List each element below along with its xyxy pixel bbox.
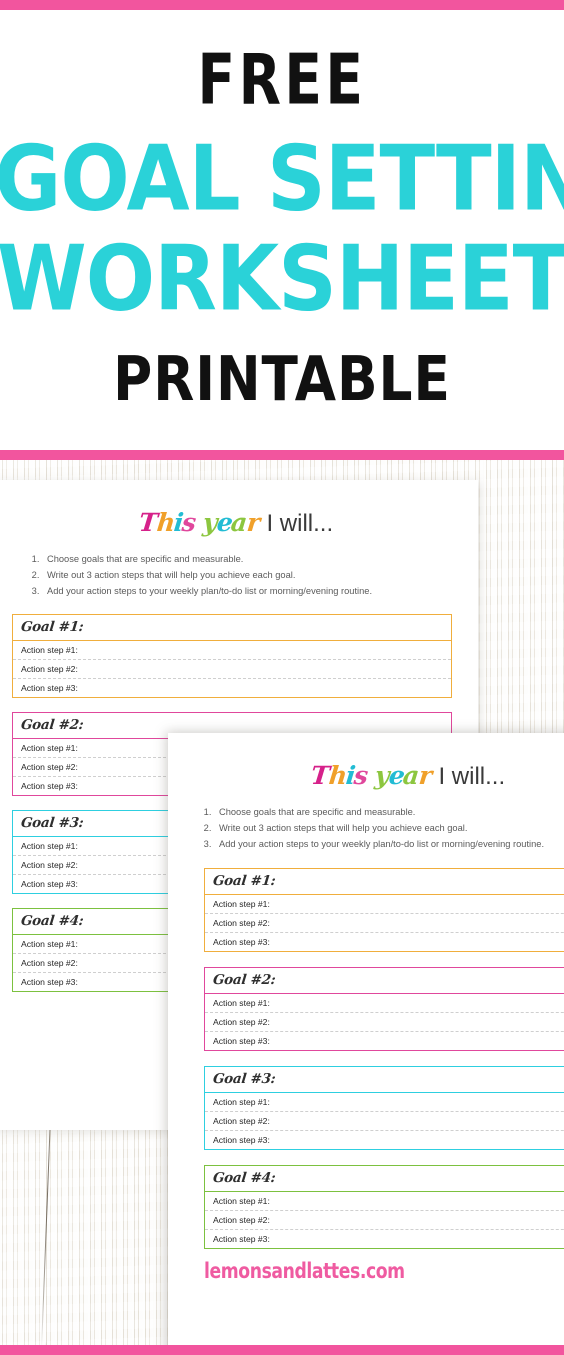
worksheet-title: This year I will...: [168, 733, 564, 790]
goal-block-2[interactable]: Goal #2: Action step #1: Action step #2: Ac…: [204, 967, 564, 1052]
instruction-item: Write out 3 action steps that will help …: [42, 568, 476, 583]
instruction-item: Choose goals that are specific and measu…: [214, 805, 564, 820]
goal-block-1[interactable]: Goal #1: Action step #1: Action step #2: Ac…: [204, 868, 564, 953]
action-step-field-1[interactable]: Action step #1:: [13, 641, 451, 661]
worksheet-title-plain: I will...: [438, 763, 506, 790]
worksheet-instructions: Choose goals that are specific and measu…: [0, 552, 476, 599]
goal-label: Goal #4:: [205, 1166, 564, 1193]
action-step-field-1[interactable]: Action step #1:: [205, 994, 564, 1014]
title-letter: r: [417, 761, 433, 790]
worksheet-body: This year I will... Choose goals that ar…: [168, 733, 564, 1283]
action-step-field-3[interactable]: Action step #3:: [205, 1230, 564, 1248]
instruction-item: Add your action steps to your weekly pla…: [214, 837, 564, 852]
worksheet-title-script: This year: [137, 508, 261, 537]
pin-graphic: FREE GOAL SETTING WORKSHEET PRINTABLE Th…: [0, 0, 564, 1355]
action-step-field-3[interactable]: Action step #3:: [13, 679, 451, 697]
action-step-field-1[interactable]: Action step #1:: [205, 1093, 564, 1113]
action-step-field-2[interactable]: Action step #2:: [205, 1112, 564, 1132]
action-step-field-2[interactable]: Action step #2:: [205, 1013, 564, 1033]
action-step-field-2[interactable]: Action step #2:: [13, 660, 451, 680]
title-letter: r: [245, 508, 261, 537]
hero-title-block: FREE GOAL SETTING WORKSHEET PRINTABLE: [0, 10, 564, 450]
action-step-field-3[interactable]: Action step #3:: [205, 933, 564, 951]
hero-line-worksheet: WORKSHEET: [0, 226, 564, 331]
bottom-accent-bar: [0, 1345, 564, 1355]
worksheet-title-script: This year: [309, 761, 433, 790]
goal-label: Goal #1:: [205, 869, 564, 896]
worksheet-sheet-front: This year I will... Choose goals that ar…: [168, 733, 564, 1355]
goal-block-1[interactable]: Goal #1: Action step #1: Action step #2: Ac…: [12, 614, 452, 699]
instruction-item: Choose goals that are specific and measu…: [42, 552, 476, 567]
title-letter: T: [137, 508, 159, 537]
goal-list: Goal #1: Action step #1: Action step #2: Ac…: [168, 868, 564, 1250]
instruction-item: Add your action steps to your weekly pla…: [42, 584, 476, 599]
site-url: lemonsandlattes.com: [204, 1259, 405, 1284]
title-letter: T: [309, 761, 331, 790]
action-step-field-3[interactable]: Action step #3:: [205, 1032, 564, 1050]
middle-accent-bar: [0, 450, 564, 460]
instruction-item: Write out 3 action steps that will help …: [214, 821, 564, 836]
action-step-field-1[interactable]: Action step #1:: [205, 895, 564, 915]
goal-block-4[interactable]: Goal #4: Action step #1: Action step #2: Ac…: [204, 1165, 564, 1250]
worksheet-title: This year I will...: [0, 480, 476, 537]
goal-block-3[interactable]: Goal #3: Action step #1: Action step #2: Ac…: [204, 1066, 564, 1151]
worksheet-title-plain: I will...: [266, 510, 334, 537]
action-step-field-1[interactable]: Action step #1:: [205, 1192, 564, 1212]
hero-line-free: FREE: [197, 41, 367, 121]
action-step-field-2[interactable]: Action step #2:: [205, 1211, 564, 1231]
action-step-field-3[interactable]: Action step #3:: [205, 1131, 564, 1149]
worksheet-instructions: Choose goals that are specific and measu…: [168, 805, 564, 852]
hero-line-printable: PRINTABLE: [113, 342, 451, 416]
hero-line-goal-setting: GOAL SETTING: [0, 126, 564, 231]
goal-label: Goal #2:: [205, 968, 564, 995]
goal-label: Goal #3:: [205, 1067, 564, 1094]
goal-label: Goal #1:: [13, 615, 451, 642]
action-step-field-2[interactable]: Action step #2:: [205, 914, 564, 934]
top-accent-bar: [0, 0, 564, 10]
